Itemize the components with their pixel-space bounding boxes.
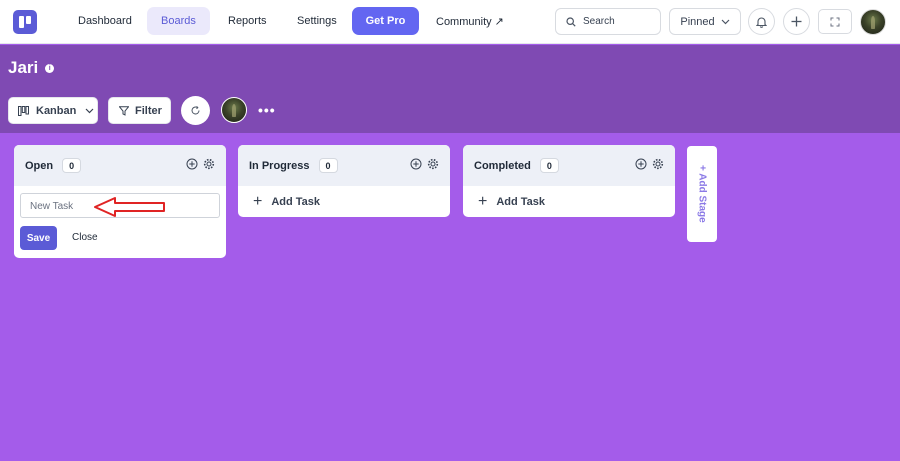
add-task-button[interactable]: + Add Task bbox=[463, 186, 675, 217]
task-count-badge: 0 bbox=[318, 158, 338, 173]
search-box[interactable]: Search bbox=[555, 8, 661, 35]
plus-icon: + bbox=[253, 192, 263, 210]
gear-icon[interactable] bbox=[203, 158, 215, 170]
column-header: In Progress 0 bbox=[238, 145, 450, 186]
close-button[interactable]: Close bbox=[72, 232, 98, 243]
save-button[interactable]: Save bbox=[20, 226, 57, 250]
pinned-label: Pinned bbox=[680, 15, 715, 28]
pinned-dropdown[interactable]: Pinned bbox=[669, 8, 741, 35]
add-circle-icon[interactable] bbox=[186, 158, 198, 170]
app-logo-icon[interactable] bbox=[13, 10, 37, 34]
nav-reports[interactable]: Reports bbox=[214, 7, 281, 35]
add-task-button[interactable]: + Add Task bbox=[238, 186, 450, 217]
column-completed: Completed 0 + Add Task bbox=[463, 145, 675, 217]
refresh-button[interactable] bbox=[181, 96, 210, 125]
top-navbar: Dashboard Boards Reports Settings Get Pr… bbox=[0, 0, 900, 44]
column-title: Completed bbox=[474, 159, 531, 172]
add-circle-icon[interactable] bbox=[410, 158, 422, 170]
kanban-icon bbox=[18, 105, 29, 116]
filter-button[interactable]: Filter bbox=[108, 97, 171, 124]
view-label: Kanban bbox=[36, 104, 77, 117]
search-placeholder: Search bbox=[583, 16, 615, 27]
nav-dashboard[interactable]: Dashboard bbox=[64, 7, 146, 35]
column-title: Open bbox=[25, 159, 54, 172]
add-task-label: Add Task bbox=[271, 195, 321, 208]
fullscreen-button[interactable] bbox=[818, 9, 852, 34]
refresh-icon bbox=[191, 106, 200, 115]
info-icon[interactable]: i bbox=[45, 63, 55, 73]
column-header: Open 0 bbox=[14, 145, 226, 186]
expand-icon bbox=[830, 17, 840, 26]
filter-label: Filter bbox=[135, 104, 162, 117]
chevron-down-icon bbox=[721, 19, 730, 24]
search-icon bbox=[566, 16, 576, 27]
view-selector-kanban[interactable]: Kanban bbox=[8, 97, 98, 124]
column-in-progress: In Progress 0 + Add Task bbox=[238, 145, 450, 217]
add-task-label: Add Task bbox=[496, 195, 546, 208]
notifications-button[interactable] bbox=[748, 8, 775, 35]
add-stage-button[interactable]: + Add Stage bbox=[687, 146, 717, 242]
nav-boards[interactable]: Boards bbox=[147, 7, 210, 35]
gear-icon[interactable] bbox=[652, 158, 664, 170]
column-title: In Progress bbox=[249, 159, 310, 172]
nav-settings[interactable]: Settings bbox=[283, 7, 351, 35]
get-pro-button[interactable]: Get Pro bbox=[352, 7, 419, 35]
board-title: Jari i bbox=[8, 58, 55, 78]
column-header: Completed 0 bbox=[463, 145, 675, 186]
create-button[interactable] bbox=[783, 8, 810, 35]
nav-community[interactable]: Community ↗ bbox=[422, 7, 518, 35]
task-count-badge: 0 bbox=[539, 158, 559, 173]
plus-icon: + bbox=[478, 192, 488, 210]
board-title-text: Jari bbox=[8, 58, 39, 77]
add-stage-label: + Add Stage bbox=[696, 165, 708, 223]
chevron-down-icon bbox=[85, 108, 94, 113]
plus-icon bbox=[791, 16, 802, 27]
user-avatar[interactable] bbox=[860, 9, 886, 35]
filter-icon bbox=[119, 105, 129, 116]
more-options-icon[interactable]: ••• bbox=[258, 102, 276, 118]
bell-icon bbox=[756, 16, 767, 28]
annotation-arrow-icon bbox=[94, 197, 165, 217]
gear-icon[interactable] bbox=[427, 158, 439, 170]
task-count-badge: 0 bbox=[62, 158, 82, 173]
add-circle-icon[interactable] bbox=[635, 158, 647, 170]
member-avatar[interactable] bbox=[221, 97, 247, 123]
